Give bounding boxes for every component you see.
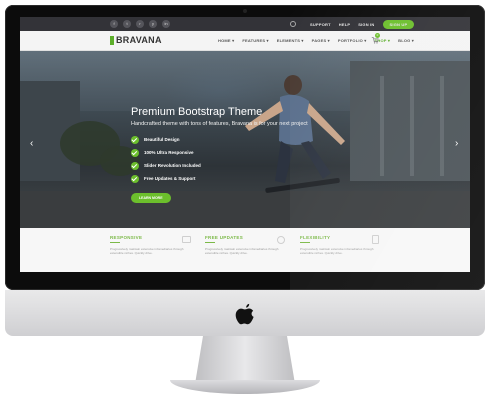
feature-column-title: RESPONSIVE (110, 235, 143, 240)
nav-item-portfolio[interactable]: PORTFOLIO ▾ (338, 38, 367, 43)
sign-in-link[interactable]: SIGN IN (358, 22, 374, 27)
features-strip: RESPONSIVE Progressively maintain extens… (20, 228, 470, 272)
list-item: 100% Ultra Responsive (131, 146, 201, 159)
check-icon (131, 174, 139, 183)
search-icon[interactable] (290, 21, 296, 27)
cart-count-badge: 0 (375, 33, 380, 38)
hero-title: Premium Bootstrap Theme (131, 106, 263, 118)
skater-image (245, 75, 345, 193)
feature-label: 100% Ultra Responsive (144, 150, 194, 155)
feature-column-text: Progressively maintain extensive infomed… (300, 247, 374, 255)
feature-column-responsive: RESPONSIVE Progressively maintain extens… (110, 235, 190, 255)
website-screen: f t r y in SUPPORT HELP SIGN IN SIGN UP … (20, 17, 470, 272)
feature-column-free-updates: FREE UPDATES Progressively maintain exte… (205, 235, 285, 255)
hero-pillar (380, 76, 384, 176)
nav-menu: HOME ▾ FEATURES ▾ ELEMENTS ▾ PAGES ▾ POR… (218, 38, 414, 43)
main-nav: BRAVANA HOME ▾ FEATURES ▾ ELEMENTS ▾ PAG… (20, 31, 470, 51)
monitor-stand-neck (195, 336, 295, 384)
check-icon (131, 135, 139, 144)
monitor-stand-base (170, 380, 320, 394)
feature-label: Free Updates & Support (144, 176, 196, 181)
feature-label: Beautiful Design (144, 137, 180, 142)
feature-column-title: FREE UPDATES (205, 235, 244, 240)
list-item: Free Updates & Support (131, 172, 201, 185)
support-link[interactable]: SUPPORT (310, 22, 331, 27)
facebook-icon[interactable]: f (110, 20, 118, 28)
check-icon (131, 161, 139, 170)
monitor-icon (182, 236, 191, 243)
sign-up-button[interactable]: SIGN UP (382, 20, 415, 29)
nav-item-elements[interactable]: ELEMENTS ▾ (277, 38, 304, 43)
hero-pillar (440, 76, 444, 176)
help-link[interactable]: HELP (339, 22, 350, 27)
hero-pillar (410, 76, 414, 176)
clipboard-icon (372, 235, 379, 244)
divider (300, 242, 310, 243)
twitter-icon[interactable]: t (123, 20, 131, 28)
nav-item-blog[interactable]: BLOG ▾ (398, 38, 414, 43)
nav-item-pages[interactable]: PAGES ▾ (312, 38, 330, 43)
social-icons: f t r y in (110, 20, 170, 28)
refresh-icon (277, 236, 285, 244)
divider (110, 242, 120, 243)
hero-subtitle: Handcrafted theme with tons of features,… (131, 121, 308, 127)
top-links: SUPPORT HELP SIGN IN SIGN UP (310, 20, 415, 29)
divider (205, 242, 215, 243)
check-icon (131, 148, 139, 157)
feature-column-flexibility: FLEXIBILITY Progressively maintain exten… (300, 235, 380, 255)
slider-prev-arrow-icon[interactable]: ‹ (30, 139, 33, 149)
youtube-icon[interactable]: y (149, 20, 157, 28)
hero-feature-list: Beautiful Design 100% Ultra Responsive S… (131, 133, 201, 185)
imac-mockup: f t r y in SUPPORT HELP SIGN IN SIGN UP … (0, 0, 491, 405)
nav-item-home[interactable]: HOME ▾ (218, 38, 234, 43)
logo[interactable]: BRAVANA (110, 35, 162, 45)
feature-label: Slider Revolution Included (144, 163, 201, 168)
learn-more-button[interactable]: LEARN MORE (131, 193, 171, 203)
apple-logo-icon (235, 303, 254, 325)
list-item: Slider Revolution Included (131, 159, 201, 172)
logo-text: BRAVANA (116, 35, 162, 45)
rss-icon[interactable]: r (136, 20, 144, 28)
feature-column-text: Progressively maintain extensive infomed… (205, 247, 279, 255)
hero-slider: Premium Bootstrap Theme Handcrafted them… (20, 51, 470, 228)
top-bar: f t r y in SUPPORT HELP SIGN IN SIGN UP (20, 17, 470, 31)
feature-column-text: Progressively maintain extensive infomed… (110, 247, 184, 255)
linkedin-icon[interactable]: in (162, 20, 170, 28)
camera (243, 9, 247, 13)
list-item: Beautiful Design (131, 133, 201, 146)
nav-item-features[interactable]: FEATURES ▾ (242, 38, 268, 43)
feature-column-title: FLEXIBILITY (300, 235, 331, 240)
logo-mark-icon (110, 35, 114, 45)
slider-next-arrow-icon[interactable]: › (455, 139, 458, 149)
